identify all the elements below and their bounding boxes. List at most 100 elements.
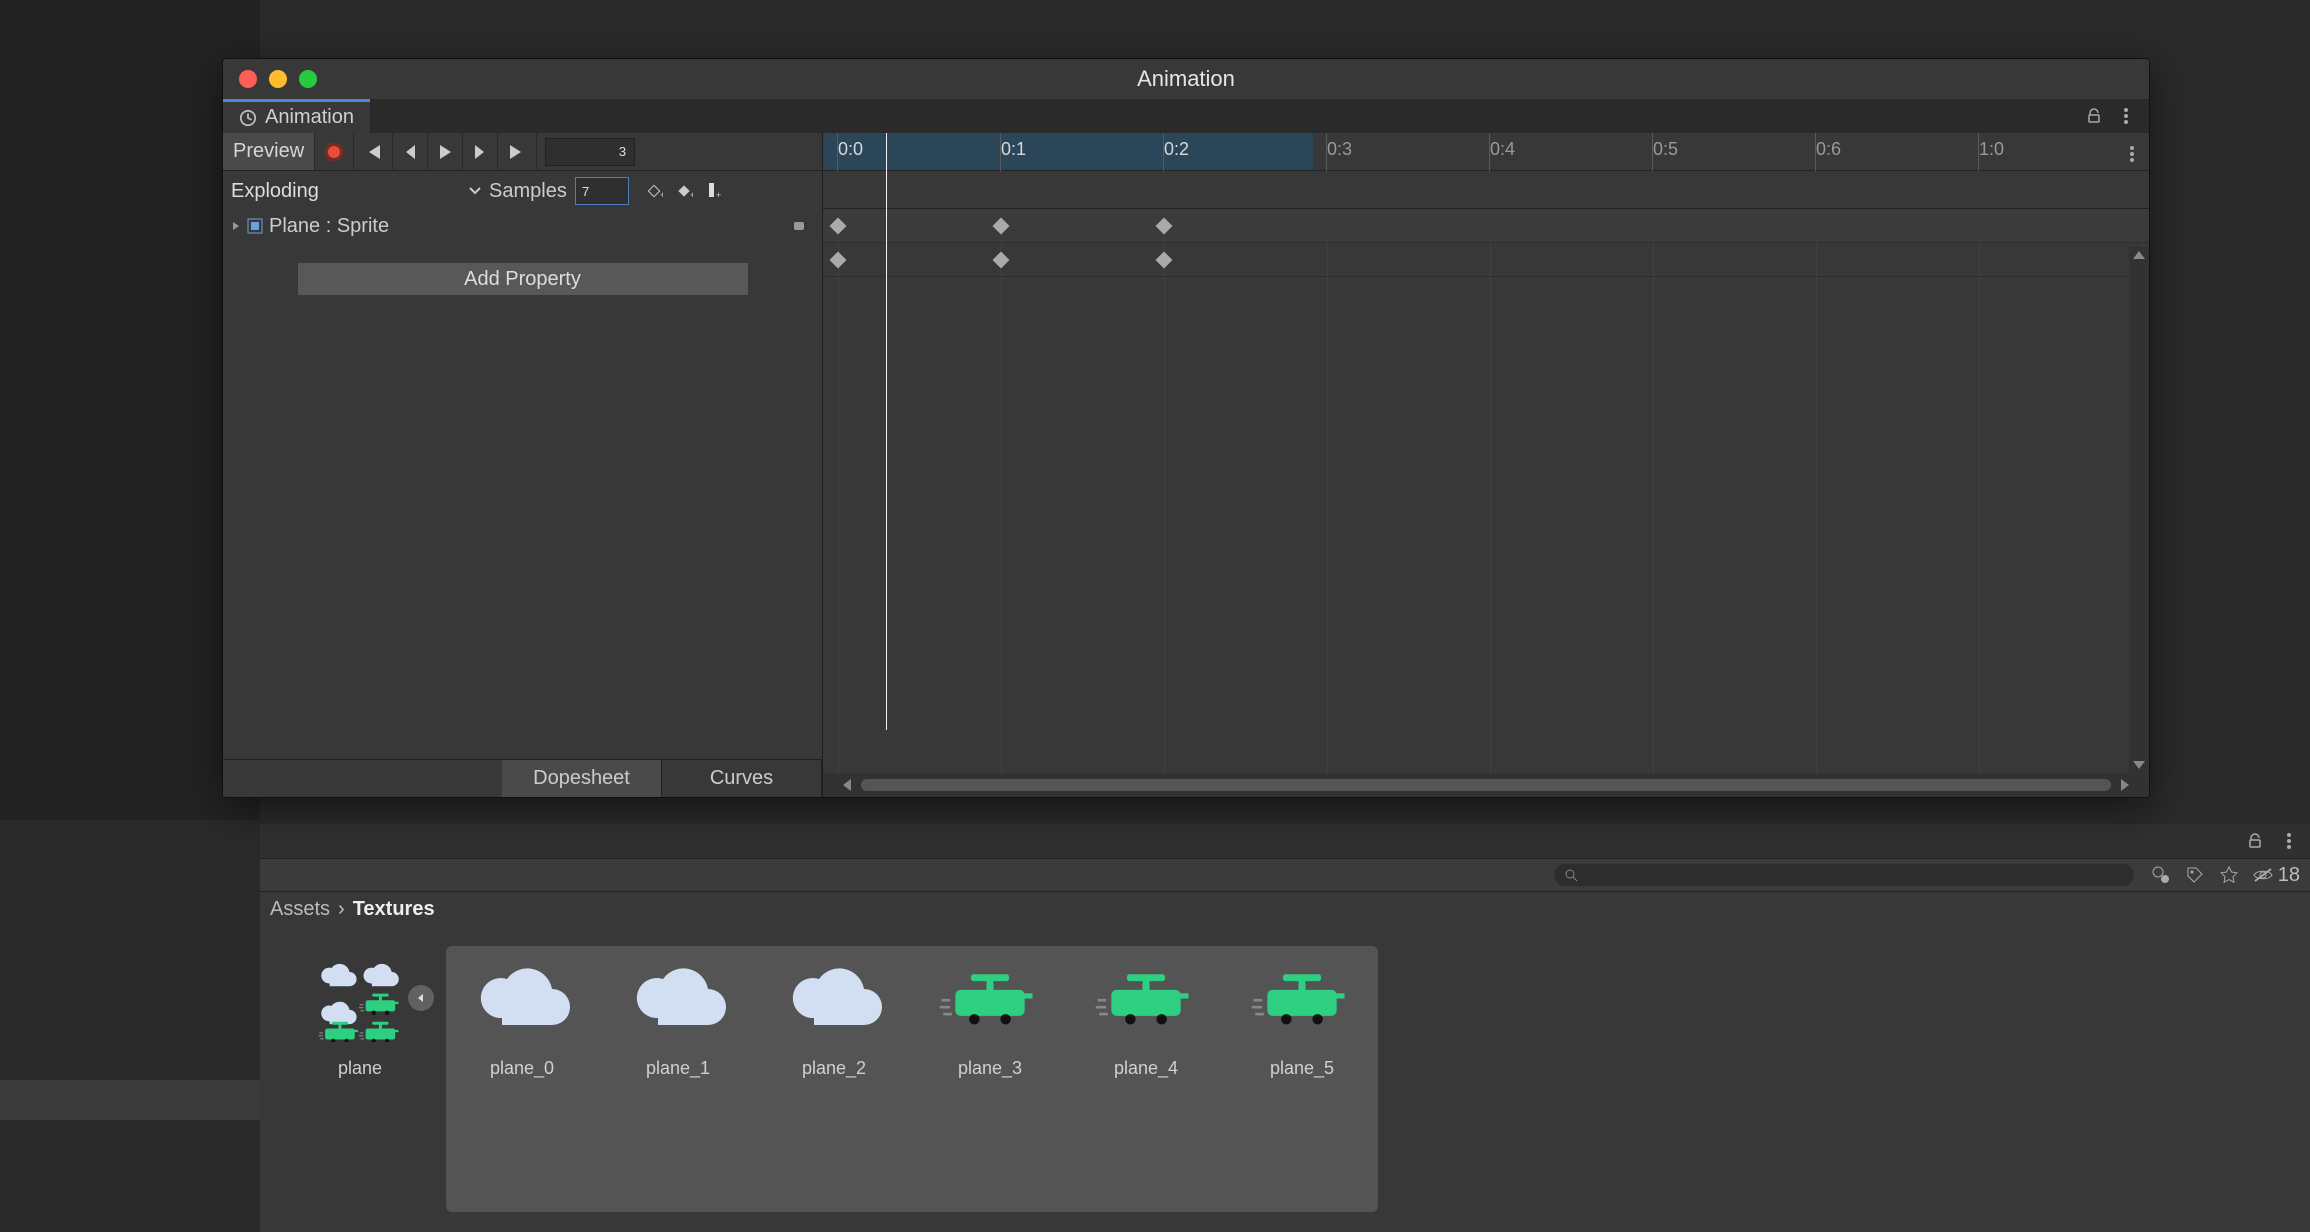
gridline bbox=[1327, 209, 1328, 773]
keyframe[interactable] bbox=[830, 251, 847, 268]
svg-text:+: + bbox=[690, 190, 693, 200]
chevron-down-icon bbox=[469, 187, 481, 195]
add-keyframe-filled-button[interactable]: + bbox=[673, 180, 695, 202]
clip-name: Exploding bbox=[231, 180, 319, 203]
kebab-icon[interactable] bbox=[2115, 105, 2137, 127]
frame-input[interactable] bbox=[545, 138, 635, 166]
scroll-up-icon[interactable] bbox=[2133, 251, 2145, 259]
maximize-icon[interactable] bbox=[299, 70, 317, 88]
summary-track[interactable] bbox=[823, 209, 2149, 243]
search-icon bbox=[1564, 868, 1578, 882]
event-marker-plus-icon: + bbox=[707, 181, 721, 201]
filter-type-icon[interactable] bbox=[2150, 864, 2172, 886]
asset-thumbnail bbox=[1094, 946, 1198, 1050]
keyframe[interactable] bbox=[993, 251, 1010, 268]
scrollbar-thumb[interactable] bbox=[861, 779, 2111, 791]
editor-left-panel bbox=[0, 0, 260, 820]
asset-item[interactable]: plane_5 bbox=[1232, 946, 1372, 1212]
step-forward-icon bbox=[473, 145, 487, 159]
asset-label: plane bbox=[338, 1058, 382, 1079]
preview-button[interactable]: Preview bbox=[223, 133, 315, 170]
animation-toolbar: Preview bbox=[223, 133, 822, 171]
asset-item[interactable]: plane_4 bbox=[1076, 946, 1216, 1212]
keyframe-area[interactable] bbox=[823, 209, 2149, 773]
project-toolbar: 18 bbox=[260, 858, 2310, 892]
keyframe[interactable] bbox=[1156, 251, 1173, 268]
hidden-count[interactable]: 18 bbox=[2252, 864, 2300, 886]
search-field[interactable] bbox=[1584, 868, 2124, 883]
add-property-button[interactable]: Add Property bbox=[298, 263, 748, 295]
hidden-count-value: 18 bbox=[2278, 864, 2300, 887]
asset-item[interactable]: plane_0 bbox=[452, 946, 592, 1212]
step-back-icon bbox=[403, 145, 417, 159]
favorite-icon[interactable] bbox=[2218, 864, 2240, 886]
clip-dropdown[interactable]: Exploding bbox=[231, 180, 481, 203]
svg-text:+: + bbox=[716, 190, 721, 200]
assets-grid[interactable]: plane plane_0 plane_1plane_2 plane_3 plane… bbox=[260, 926, 2310, 1232]
skip-start-icon bbox=[364, 145, 382, 159]
asset-label: plane_3 bbox=[958, 1058, 1022, 1079]
property-list: Plane : Sprite Add Property bbox=[223, 209, 822, 759]
asset-label: plane_5 bbox=[1270, 1058, 1334, 1079]
gridline bbox=[1979, 209, 1980, 773]
tab-dopesheet[interactable]: Dopesheet bbox=[502, 760, 662, 797]
keyframe[interactable] bbox=[1156, 217, 1173, 234]
record-button[interactable] bbox=[315, 133, 354, 170]
scroll-down-icon[interactable] bbox=[2133, 761, 2145, 769]
first-frame-button[interactable] bbox=[354, 133, 393, 170]
filter-label-icon[interactable] bbox=[2184, 864, 2206, 886]
sprite-icon bbox=[247, 218, 263, 234]
next-key-button[interactable] bbox=[463, 133, 498, 170]
scroll-left-icon[interactable] bbox=[843, 779, 851, 791]
prev-key-button[interactable] bbox=[393, 133, 428, 170]
kebab-icon[interactable] bbox=[2278, 830, 2300, 852]
asset-item[interactable]: plane_1 bbox=[608, 946, 748, 1212]
sprite-track[interactable] bbox=[823, 243, 2149, 277]
horizontal-scrollbar[interactable] bbox=[823, 773, 2149, 797]
breadcrumb-current[interactable]: Textures bbox=[353, 898, 435, 921]
search-input[interactable] bbox=[1554, 864, 2134, 886]
breadcrumb: Assets › Textures bbox=[260, 892, 2310, 926]
keyframe[interactable] bbox=[830, 217, 847, 234]
gridline bbox=[838, 209, 839, 773]
tab-animation[interactable]: Animation bbox=[223, 99, 370, 133]
asset-label: plane_4 bbox=[1114, 1058, 1178, 1079]
ruler-label: 1:0 bbox=[1979, 139, 2004, 160]
expand-triangle-icon[interactable] bbox=[408, 985, 434, 1011]
eye-off-icon bbox=[2252, 867, 2274, 883]
key-indicator-icon bbox=[794, 222, 804, 230]
asset-item[interactable]: plane_3 bbox=[920, 946, 1060, 1212]
property-row-sprite[interactable]: Plane : Sprite bbox=[223, 209, 822, 243]
timeline-options-icon[interactable] bbox=[2121, 143, 2143, 165]
event-track[interactable] bbox=[823, 171, 2149, 209]
keyframe-filled-plus-icon: + bbox=[675, 182, 693, 200]
asset-thumbnail bbox=[470, 946, 574, 1050]
close-icon[interactable] bbox=[239, 70, 257, 88]
unlock-icon[interactable] bbox=[2244, 830, 2266, 852]
vertical-scrollbar[interactable] bbox=[2129, 247, 2149, 773]
keyframe[interactable] bbox=[993, 217, 1010, 234]
view-mode-tabs: Dopesheet Curves bbox=[223, 759, 822, 797]
add-keyframe-button[interactable]: + bbox=[643, 180, 665, 202]
asset-thumbnail bbox=[782, 946, 886, 1050]
last-frame-button[interactable] bbox=[498, 133, 537, 170]
add-event-button[interactable]: + bbox=[703, 180, 725, 202]
play-button[interactable] bbox=[428, 133, 463, 170]
asset-item[interactable]: plane bbox=[290, 946, 430, 1212]
window-titlebar[interactable]: Animation bbox=[223, 59, 2149, 99]
svg-text:+: + bbox=[660, 190, 663, 200]
playhead[interactable] bbox=[886, 133, 887, 730]
skip-end-icon bbox=[508, 145, 526, 159]
tab-curves[interactable]: Curves bbox=[662, 760, 822, 797]
asset-thumbnail bbox=[938, 946, 1042, 1050]
chevron-right-icon: › bbox=[338, 898, 345, 921]
scroll-right-icon[interactable] bbox=[2121, 779, 2129, 791]
asset-label: plane_0 bbox=[490, 1058, 554, 1079]
panel-tab-row: Animation bbox=[223, 99, 2149, 133]
minimize-icon[interactable] bbox=[269, 70, 287, 88]
timeline-ruler[interactable]: 0:00:10:20:30:40:50:61:0 bbox=[823, 133, 2149, 171]
samples-input[interactable] bbox=[575, 177, 629, 205]
breadcrumb-root[interactable]: Assets bbox=[270, 898, 330, 921]
asset-item[interactable]: plane_2 bbox=[764, 946, 904, 1212]
unlock-icon[interactable] bbox=[2083, 105, 2105, 127]
